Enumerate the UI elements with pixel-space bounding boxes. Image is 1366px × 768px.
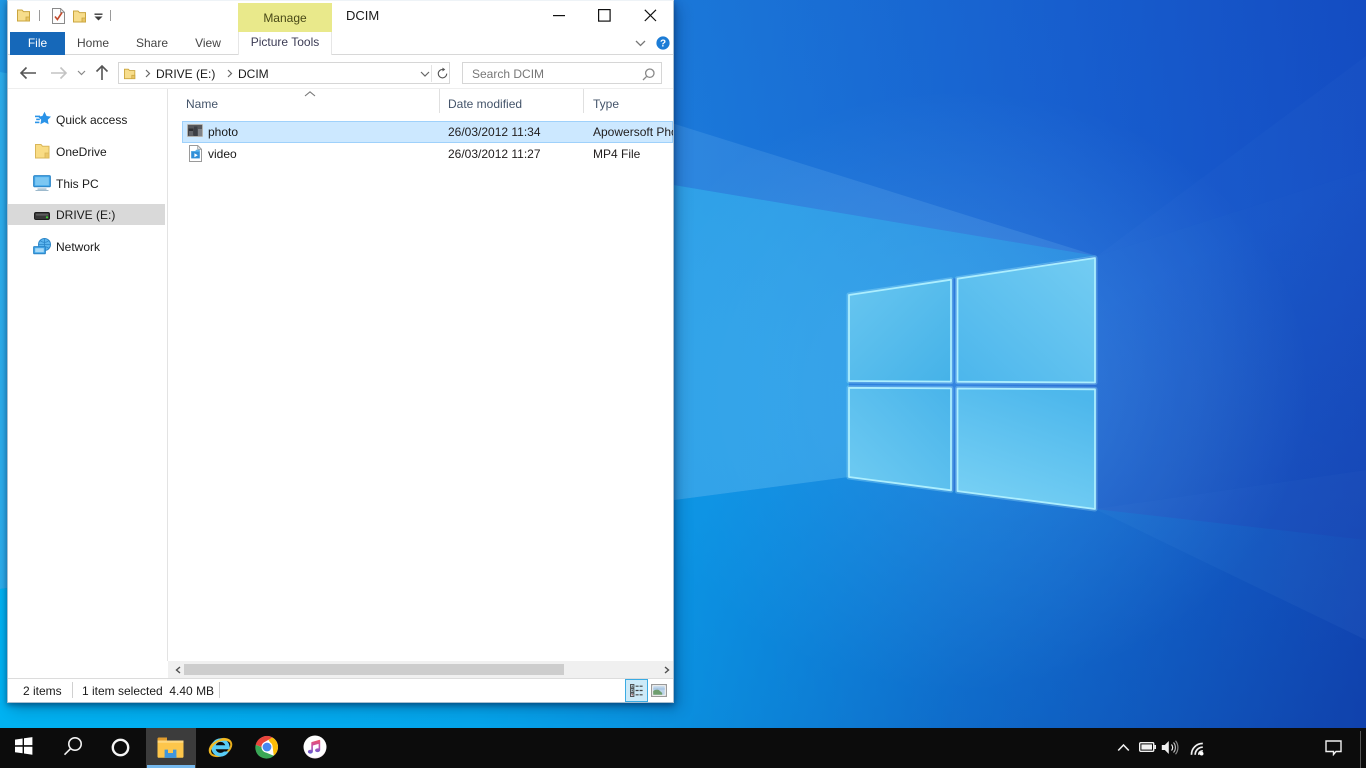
svg-text:?: ? — [660, 38, 666, 49]
